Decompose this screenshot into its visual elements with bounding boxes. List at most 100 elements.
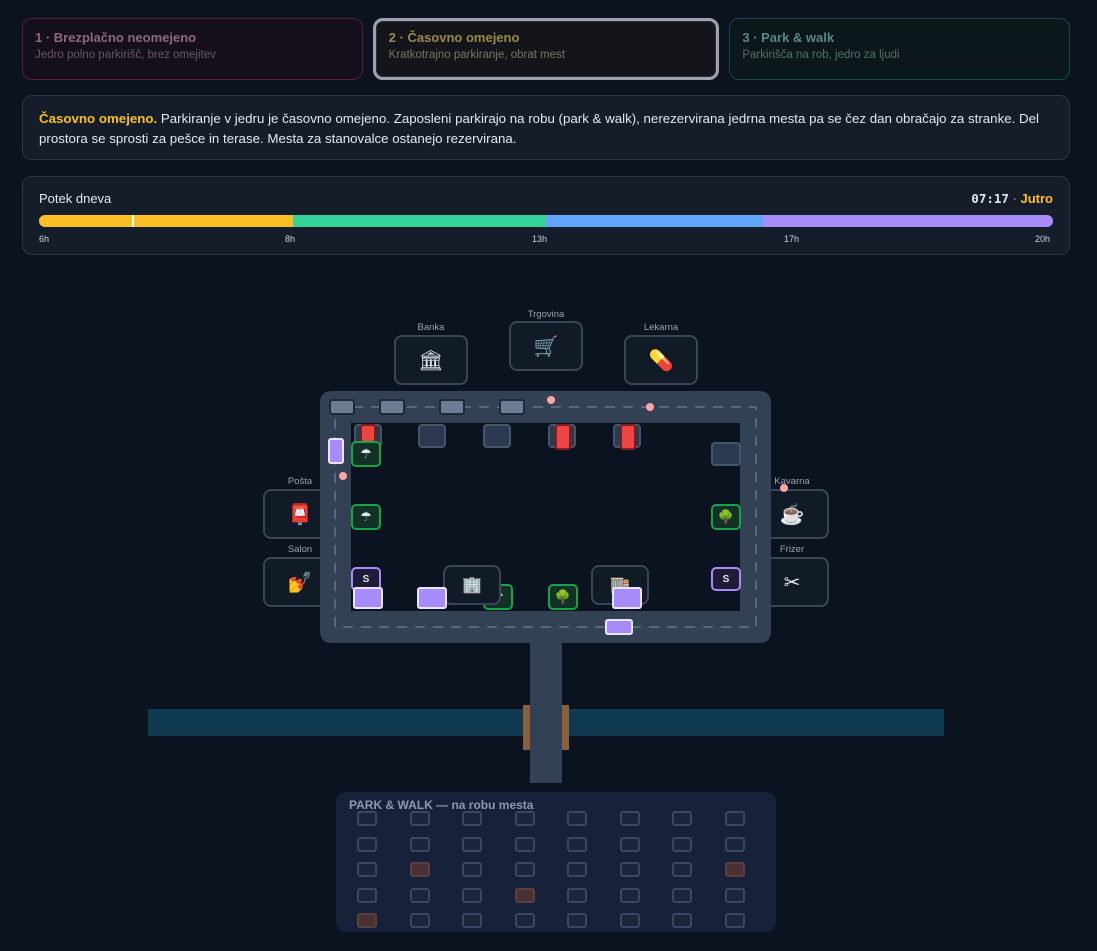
park-walk-slot[interactable] <box>357 862 377 877</box>
park-walk-slot[interactable] <box>409 887 430 903</box>
parking-slot[interactable] <box>711 442 741 466</box>
cart-icon: 🛒 <box>533 335 559 358</box>
park-walk-slot[interactable] <box>724 811 745 826</box>
park-walk-slot[interactable] <box>619 887 640 903</box>
pedestrian <box>339 472 347 480</box>
park-walk-slot[interactable] <box>567 913 587 928</box>
building-trgovina[interactable]: 🛒 <box>509 321 583 371</box>
bank-icon: 🏛 <box>418 349 444 372</box>
bridge-rail <box>523 705 530 750</box>
mode-description: Časovno omejeno. Parkiranje v jedru je č… <box>22 95 1070 160</box>
bridge-rail <box>562 705 569 750</box>
tree-icon: 🌳 <box>717 509 735 524</box>
office-icon: 🏢 <box>462 577 482 594</box>
park-walk-slot[interactable] <box>567 836 587 852</box>
mode-tabs: 1 · Brezplačno neomejeno Jedro polno par… <box>22 18 1071 80</box>
park-walk-slot-occupied[interactable] <box>724 862 745 877</box>
parking-slot[interactable] <box>483 424 511 448</box>
resident-car <box>612 587 642 609</box>
park-walk-slot[interactable] <box>357 836 377 852</box>
pedestrian <box>547 396 555 404</box>
park-walk-slot[interactable] <box>462 862 482 877</box>
park-walk-slot[interactable] <box>672 836 692 852</box>
park-walk-slot[interactable] <box>514 913 535 928</box>
car <box>499 399 525 415</box>
park-walk-slot[interactable] <box>619 811 640 826</box>
park-walk-slot[interactable] <box>567 887 587 903</box>
tab-mode-1[interactable]: 1 · Brezplačno neomejeno Jedro polno par… <box>22 18 363 80</box>
day-timeline: Potek dneva 07:17 · Jutro 6h 8h 13h 17h … <box>22 176 1070 255</box>
nail-polish-icon: 💅 <box>287 571 313 594</box>
description-lead: Časovno omejeno. <box>39 111 158 126</box>
pedestrian <box>646 403 654 411</box>
resident-car <box>605 619 633 635</box>
reserved-label: S <box>722 573 730 585</box>
tab-title: 1 · Brezplačno neomejeno <box>35 30 197 45</box>
pedestrian <box>780 484 788 492</box>
park-walk-slot[interactable] <box>619 913 640 928</box>
park-walk-slot[interactable] <box>514 862 535 877</box>
park-walk-slot[interactable] <box>724 913 745 928</box>
building-banka[interactable]: 🏛 <box>394 335 468 385</box>
reserved-label: S <box>362 573 370 585</box>
tab-subtitle: Jedro polno parkirišč, brez omejitev <box>35 49 216 61</box>
timeline-segment <box>292 215 546 227</box>
terrace-umbrella: ☂ <box>351 441 381 467</box>
park-walk-slot-occupied[interactable] <box>514 887 535 903</box>
tab-title: 3 · Park & walk <box>742 30 835 45</box>
park-walk-slot[interactable] <box>462 887 482 903</box>
car <box>439 399 465 415</box>
resident-car <box>353 587 383 609</box>
coffee-icon: ☕ <box>779 503 805 526</box>
park-walk-slot[interactable] <box>462 811 482 826</box>
park-walk-slot[interactable] <box>462 836 482 852</box>
park-walk-slot[interactable] <box>514 836 535 852</box>
park-walk-title: PARK & WALK — na robu mesta <box>349 798 534 812</box>
park-walk-slot[interactable] <box>672 887 692 903</box>
park-walk-slot[interactable] <box>672 913 692 928</box>
park-walk-slot[interactable] <box>409 913 430 928</box>
tab-mode-2[interactable]: 2 · Časovno omejeno Kratkotrajno parkira… <box>372 18 720 80</box>
tree: 🌳 <box>548 584 578 610</box>
resident-car <box>328 438 344 464</box>
parking-slot[interactable] <box>418 424 446 448</box>
park-walk-slot[interactable] <box>357 811 377 826</box>
scissors-icon: ✂ <box>783 571 801 594</box>
timeline-bar[interactable] <box>39 215 1053 227</box>
park-walk-slot[interactable] <box>724 887 745 903</box>
terrace-umbrella: ☂ <box>351 504 381 530</box>
building-lekarna[interactable]: 💊 <box>624 335 698 385</box>
park-walk-slot[interactable] <box>672 811 692 826</box>
tick-label: 8h <box>285 234 296 244</box>
park-walk-slot[interactable] <box>619 836 640 852</box>
car <box>620 424 636 450</box>
resident-car <box>417 587 447 609</box>
building-label: Trgovina <box>527 309 565 320</box>
car <box>555 424 571 450</box>
ring-road <box>320 391 771 643</box>
tree-icon: 🌳 <box>554 589 572 604</box>
park-walk-slot[interactable] <box>619 862 640 877</box>
timeline-time: 07:17 · Jutro <box>971 191 1053 206</box>
park-walk-slot[interactable] <box>409 811 430 826</box>
resident-reserved-slot[interactable]: S <box>711 567 741 591</box>
park-walk-slot[interactable] <box>672 862 692 877</box>
tab-subtitle: Parkirišča na rob, jedro za ljudi <box>742 49 900 61</box>
park-walk-slot[interactable] <box>409 836 430 852</box>
tab-mode-3[interactable]: 3 · Park & walk Parkirišča na rob, jedro… <box>729 18 1071 80</box>
park-walk-slot-occupied[interactable] <box>357 913 377 928</box>
park-walk-slot[interactable] <box>514 811 535 826</box>
park-walk-slot[interactable] <box>567 811 587 826</box>
park-walk-slot[interactable] <box>462 913 482 928</box>
tick-label: 17h <box>784 234 800 244</box>
bridge-deck <box>530 705 562 783</box>
tick-label: 20h <box>1035 234 1051 244</box>
park-walk-slot[interactable] <box>724 836 745 852</box>
park-walk-slot-occupied[interactable] <box>409 862 430 877</box>
park-walk-slot[interactable] <box>567 862 587 877</box>
tick-label: 13h <box>532 234 548 244</box>
time-marker[interactable] <box>132 215 135 227</box>
tick-label: 6h <box>39 234 50 244</box>
timeline-segment <box>763 215 1053 227</box>
park-walk-slot[interactable] <box>357 887 377 903</box>
